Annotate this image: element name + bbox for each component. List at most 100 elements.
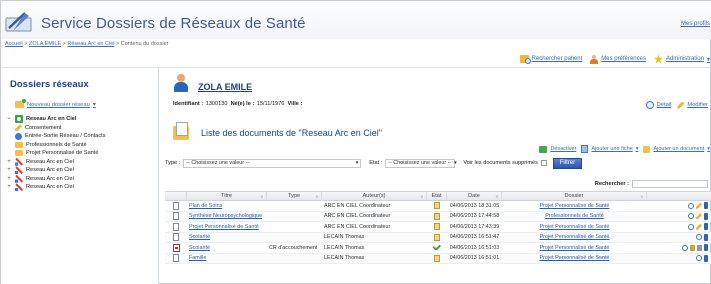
col-header-state[interactable]: Etat xyxy=(427,192,447,200)
patient-avatar-icon xyxy=(173,74,189,92)
edit-icon[interactable] xyxy=(696,223,702,230)
document-title-link[interactable]: Scolarité xyxy=(187,245,267,251)
tree-node-network[interactable]: + Reseau Arc en Ciel xyxy=(6,166,106,175)
document-title-link[interactable]: Plan de Soins xyxy=(187,203,267,209)
view-icon[interactable] xyxy=(688,213,694,220)
profile-link[interactable]: Mes profils xyxy=(681,21,710,27)
new-folder-label: Nouveau dossier réseau xyxy=(27,101,90,108)
new-folder-button[interactable]: Nouveau dossier réseau ▾ xyxy=(15,99,96,108)
expand-icon[interactable]: + xyxy=(6,176,12,182)
deactivate-icon xyxy=(539,145,548,153)
tree-node-label: Reseau Arc en Ciel xyxy=(26,167,74,174)
admin-menu[interactable]: Administration ▾ xyxy=(653,54,710,64)
view-icon[interactable] xyxy=(688,223,694,230)
tree-node-network-active[interactable]: − Reseau Arc en Ciel xyxy=(6,115,106,124)
col-header-date[interactable]: Date ◊ xyxy=(447,192,502,200)
table-row[interactable]: Projet Personnalisé de Santé ARC EN CIEL … xyxy=(165,222,711,233)
document-title-link[interactable]: Famille xyxy=(187,255,267,261)
view-icon[interactable] xyxy=(682,244,688,251)
lock-icon[interactable] xyxy=(690,244,695,251)
breadcrumb-patient[interactable]: ZOLA EMILE xyxy=(29,41,61,47)
preferences-link[interactable]: Mes préférences xyxy=(590,54,646,64)
sort-icon: ◊ xyxy=(495,193,498,199)
info-icon[interactable] xyxy=(704,202,708,210)
expand-icon[interactable]: + xyxy=(6,159,12,165)
row-file-cell xyxy=(165,233,187,242)
app-header: Service Dossiers de Réseaux de Santé Mes… xyxy=(1,1,711,39)
edit-icon[interactable] xyxy=(696,202,702,209)
search-patient-link[interactable]: Rechercher patient xyxy=(519,55,583,64)
document-folder-link[interactable]: Projet Personnalisé de Santé xyxy=(502,203,647,209)
view-icon[interactable] xyxy=(688,202,694,209)
tree-item-health-plan[interactable]: Projet Personnalisé de Santé xyxy=(6,149,106,158)
info-icon[interactable] xyxy=(704,223,708,231)
document-folder-link[interactable]: Projet Personnalisé de Santé xyxy=(502,234,647,240)
view-icon[interactable] xyxy=(696,255,702,262)
row-actions xyxy=(647,244,711,252)
tree-node-network[interactable]: + Reseau Arc en Ciel xyxy=(6,158,106,167)
add-file-button[interactable]: Ajouter une fiche ▾ xyxy=(581,145,638,153)
document-author: ARC EN CIEL Coordinateur xyxy=(324,202,391,209)
star-icon xyxy=(653,54,663,64)
add-document-button[interactable]: Ajouter un document ▾ xyxy=(643,145,710,153)
document-author: ARC EN CIEL Coordinateur xyxy=(324,213,391,220)
row-actions xyxy=(647,202,711,210)
col-header-title[interactable]: Titre ◊ xyxy=(187,192,267,200)
info-icon[interactable] xyxy=(704,233,708,241)
info-icon[interactable] xyxy=(704,254,708,262)
breadcrumb-home[interactable]: Accueil xyxy=(5,41,23,47)
network-closed-icon xyxy=(15,158,23,166)
tree-item-entry-exit[interactable]: Entrée-Sortie Réseau / Contacts xyxy=(6,132,106,141)
patient-edit-link[interactable]: Modifier xyxy=(677,101,708,109)
table-row[interactable]: Scolarité LECAIN Thomas 04/06/2013 16:51:4… xyxy=(165,232,711,243)
view-icon[interactable] xyxy=(696,234,702,241)
search-patient-label: Rechercher patient xyxy=(531,56,583,62)
table-row[interactable]: Plan de Soins ARC EN CIEL Coordinateur 04/… xyxy=(165,201,711,212)
collapse-icon[interactable]: − xyxy=(6,116,12,122)
document-title-link[interactable]: Projet Personnalisé de Santé xyxy=(187,224,267,230)
document-folder-link[interactable]: Projet Personnalisé de Santé xyxy=(502,245,647,251)
tree-item-label: Professionnels de Santé xyxy=(26,141,87,148)
col-header-folder[interactable]: Dossier ◊ xyxy=(502,192,647,200)
pdf-icon xyxy=(172,243,180,252)
edit-icon[interactable] xyxy=(696,213,702,220)
search-label: Rechercher : xyxy=(594,181,629,187)
document-author: ARC EN CIEL Coordinateur xyxy=(324,223,391,230)
breadcrumb-network[interactable]: Réseau Arc en Ciel xyxy=(67,41,114,47)
type-filter-select[interactable]: -- Choisissez une valeur -- ▾ xyxy=(183,158,362,168)
expand-icon[interactable]: + xyxy=(6,167,12,173)
info-icon[interactable] xyxy=(704,244,708,252)
tree-item-consent[interactable]: Consentement xyxy=(6,124,106,133)
col-header-type[interactable]: Type ◊ xyxy=(267,192,322,200)
document-folder-link[interactable]: Projet Personnalisé de Santé xyxy=(502,255,647,261)
pen-icon xyxy=(15,124,22,132)
filter-button[interactable]: Filtrer xyxy=(552,157,582,169)
document-title-link[interactable]: Scolarité xyxy=(187,234,267,240)
unfollow-button[interactable]: Désactiver xyxy=(539,145,576,153)
col-header-author[interactable]: Auteur(s) ◊ xyxy=(322,192,427,200)
patient-name[interactable]: ZOLA EMILE xyxy=(198,82,252,92)
row-actions xyxy=(647,223,711,231)
sort-icon: ◊ xyxy=(640,193,643,199)
tree-node-network[interactable]: + Reseau Arc en Ciel xyxy=(6,175,106,184)
show-deleted-checkbox[interactable] xyxy=(540,160,547,166)
trash-icon[interactable] xyxy=(697,244,702,251)
patient-detail-link[interactable]: Détail xyxy=(645,101,671,109)
document-state xyxy=(427,254,447,262)
table-row[interactable]: Famille LECAIN Thomas 04/06/2013 16:51:01 P… xyxy=(165,253,711,264)
document-folder-link[interactable]: Projet Personnalisé de Santé xyxy=(502,224,647,230)
state-filter-select[interactable]: -- Choisissez une valeur -- ▾ xyxy=(385,158,457,168)
info-icon[interactable] xyxy=(704,212,708,220)
document-author: LECAIN Thomas xyxy=(324,234,365,241)
table-row[interactable]: Scolarité CR d'accouchement LECAIN Thomas 0… xyxy=(165,243,711,254)
tree-item-professionals[interactable]: Professionnels de Santé xyxy=(6,141,106,150)
draft-icon xyxy=(434,254,440,262)
expand-icon[interactable]: + xyxy=(6,184,12,190)
search-input[interactable] xyxy=(632,180,708,188)
tree-node-network[interactable]: + Reseau Arc en Ciel xyxy=(6,183,106,192)
document-folder-link[interactable]: Professionnels de Santé xyxy=(502,213,647,219)
tree-item-label: Entrée-Sortie Réseau / Contacts xyxy=(25,133,106,140)
document-state xyxy=(427,245,447,251)
document-title-link[interactable]: Synthèse Neuropsychologique xyxy=(187,213,267,219)
table-row[interactable]: Synthèse Neuropsychologique ARC EN CIEL C… xyxy=(165,211,711,222)
